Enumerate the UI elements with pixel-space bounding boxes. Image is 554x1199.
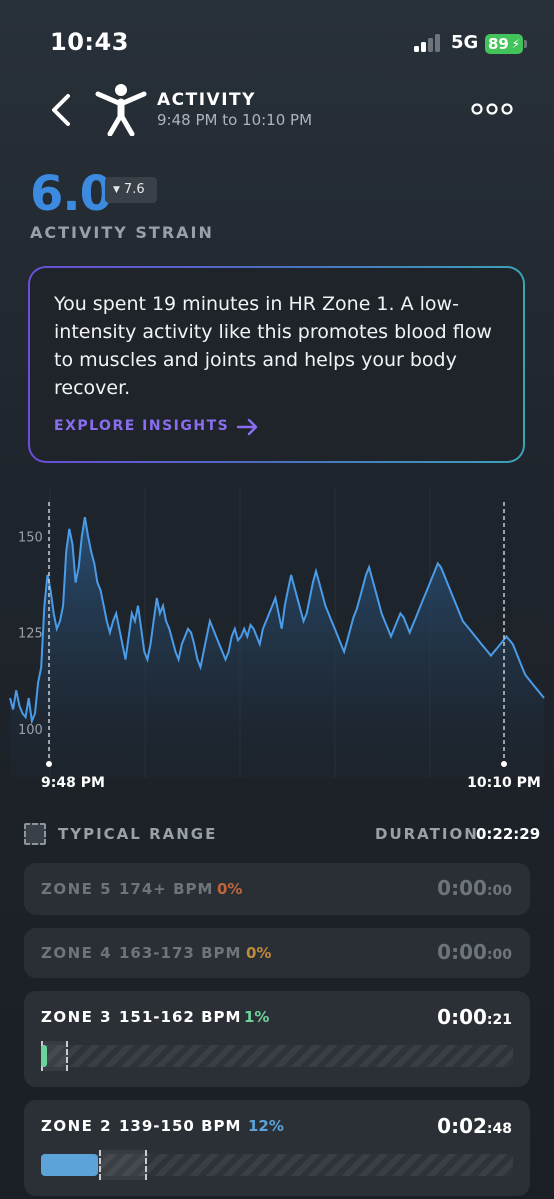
zone-3-card[interactable]: ZONE 3 151-162 BPM 1% 0:00:21 [24, 991, 530, 1087]
back-chevron-icon[interactable] [48, 92, 78, 128]
y-tick-label: 150 [18, 530, 43, 545]
typical-range-swatch [24, 823, 46, 845]
zone-5-card[interactable]: ZONE 5 174+ BPM 0% 0:00:00 [24, 863, 530, 915]
insight-text: You spent 19 minutes in HR Zone 1. A low… [54, 293, 492, 399]
zone-4-card[interactable]: ZONE 4 163-173 BPM 0% 0:00:00 [24, 928, 530, 978]
zone-time: 0:00:00 [437, 876, 512, 900]
typical-range-marker [99, 1150, 147, 1180]
nav-header: ACTIVITY 9:48 PM to 10:10 PM [0, 80, 554, 140]
zone-time: 0:00:00 [437, 940, 512, 964]
page-title: ACTIVITY [157, 90, 256, 110]
strain-value: 6.0 [30, 166, 113, 222]
typical-range-label: TYPICAL RANGE [58, 825, 218, 843]
battery-icon: 89 ⚡ [485, 34, 527, 54]
zone-percent: 12% [248, 1117, 284, 1135]
x-time-label: 10:10 PM [467, 775, 541, 791]
zone-time-seconds: :00 [486, 947, 512, 963]
zone-time: 0:02:48 [437, 1114, 512, 1138]
arrow-right-icon[interactable] [236, 417, 260, 437]
zone-time-main: 0:02 [437, 1114, 487, 1138]
zone-time-seconds: :48 [486, 1121, 512, 1137]
zone-bar-track [41, 1150, 513, 1180]
zone-bar-fill [41, 1045, 47, 1067]
strain-comparison-badge: ▼ 7.6 [105, 177, 157, 203]
down-triangle-icon: ▼ [113, 185, 120, 195]
zone-time-main: 0:00 [437, 876, 487, 900]
more-options-icon[interactable] [470, 102, 514, 116]
zone-time: 0:00:21 [437, 1005, 512, 1029]
zone-time-seconds: :21 [486, 1012, 512, 1028]
zone-bpm: 163-173 BPM [119, 944, 242, 962]
zone-name: ZONE 2 [41, 1117, 113, 1135]
time-marker-dot [501, 761, 507, 767]
zone-name: ZONE 4 [41, 944, 113, 962]
time-marker-dot [46, 761, 52, 767]
zone-percent: 0% [246, 944, 272, 962]
zone-bpm: 174+ BPM [119, 880, 214, 898]
charging-icon: ⚡ [511, 37, 520, 51]
network-type: 5G [451, 32, 479, 53]
strain-badge-value: 7.6 [123, 182, 145, 197]
zone-2-card[interactable]: ZONE 2 139-150 BPM 12% 0:02:48 [24, 1100, 530, 1196]
zone-time-main: 0:00 [437, 940, 487, 964]
signal-icon [414, 34, 444, 52]
insight-card: You spent 19 minutes in HR Zone 1. A low… [28, 266, 525, 463]
status-time: 10:43 [50, 28, 129, 56]
duration-value: 0:22:29 [476, 825, 541, 843]
zone-bpm: 151-162 BPM [119, 1008, 242, 1026]
x-time-label: 9:48 PM [41, 775, 105, 791]
activity-figure-icon [95, 84, 147, 136]
battery-level: 89 [488, 35, 509, 53]
explore-insights-link[interactable]: EXPLORE INSIGHTS [54, 418, 229, 434]
zone-name: ZONE 5 [41, 880, 113, 898]
heart-rate-area [10, 517, 544, 778]
zone-name: ZONE 3 [41, 1008, 113, 1026]
activity-time-range: 9:48 PM to 10:10 PM [157, 111, 313, 129]
zone-time-main: 0:00 [437, 1005, 487, 1029]
zone-time-seconds: :00 [486, 883, 512, 899]
zone-percent: 1% [244, 1008, 270, 1026]
zone-bar-fill [41, 1154, 98, 1176]
duration-label: DURATION [375, 825, 479, 843]
zone-percent: 0% [217, 880, 243, 898]
y-tick-label: 125 [18, 627, 43, 642]
strain-label: ACTIVITY STRAIN [30, 223, 214, 242]
heart-rate-chart: 150 125 100 9:48 PM 10:10 PM [9, 488, 545, 791]
zone-bpm: 139-150 BPM [119, 1117, 242, 1135]
zone-bar-track [41, 1041, 513, 1071]
y-tick-label: 100 [18, 723, 43, 738]
status-bar: 10:43 5G 89 ⚡ [0, 0, 554, 80]
